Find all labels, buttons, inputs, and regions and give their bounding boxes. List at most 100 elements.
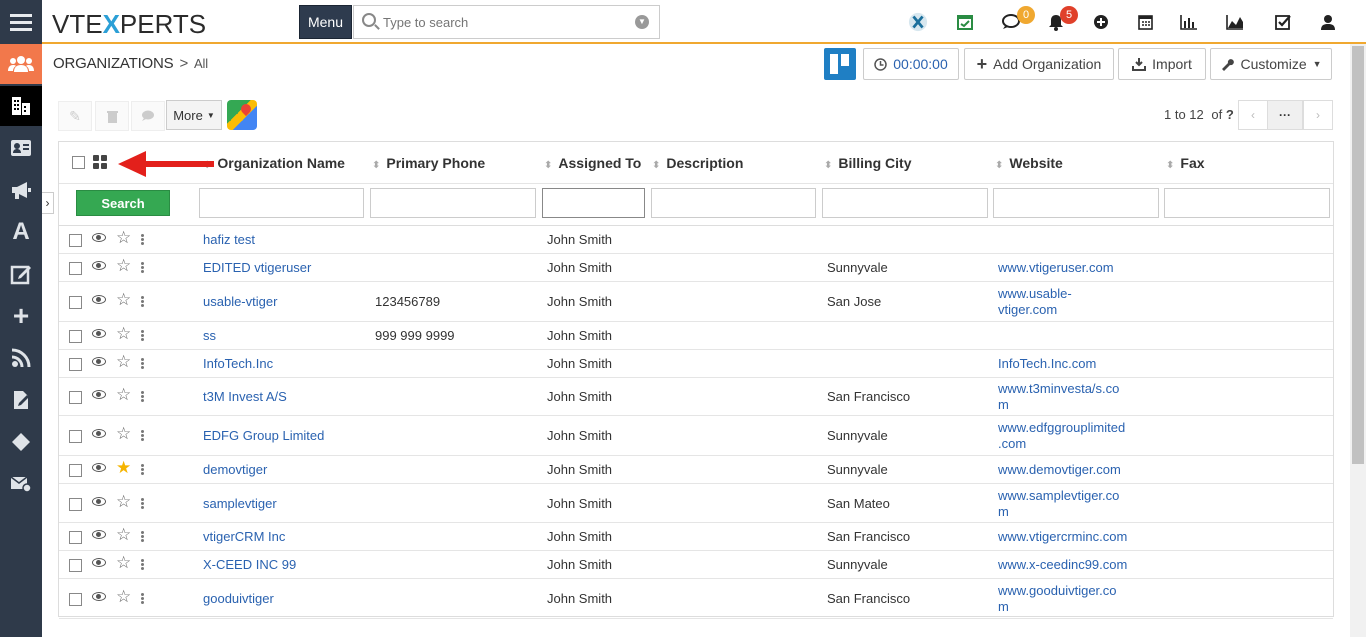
eye-icon[interactable] [92,295,106,304]
row-checkbox[interactable] [69,593,82,606]
user-icon[interactable] [1318,12,1338,32]
global-search-input[interactable] [383,12,623,32]
column-assigned-to[interactable]: ⬍ Assigned To [544,155,641,171]
toggle-sidebar-button[interactable]: › [42,192,54,214]
row-actions-icon[interactable] [141,559,144,562]
website-link[interactable]: www.edfggrouplimited .com [998,420,1125,452]
row-checkbox[interactable] [69,330,82,343]
organization-name-link[interactable]: demovtiger [203,462,267,478]
filter-description-input[interactable] [651,188,816,218]
row-checkbox[interactable] [69,358,82,371]
next-page-button[interactable]: › [1303,100,1333,130]
website-link[interactable]: www.x-ceedinc99.com [998,557,1127,573]
pager-total[interactable]: ? [1226,107,1234,122]
edit-icon[interactable] [0,254,42,294]
row-checkbox[interactable] [69,234,82,247]
organizations-icon[interactable] [0,86,42,126]
star-icon[interactable]: ☆ [116,257,131,274]
row-actions-icon[interactable] [141,430,144,433]
customize-button[interactable]: Customize ▼ [1210,48,1332,80]
row-actions-icon[interactable] [141,593,144,596]
column-website[interactable]: ⬍ Website [995,155,1063,171]
eye-icon[interactable] [92,497,106,506]
website-link[interactable]: www.gooduivtiger.co m [998,583,1117,615]
page-jump-button[interactable]: ··· [1267,100,1303,130]
organization-name-link[interactable]: vtigerCRM Inc [203,529,285,545]
star-icon[interactable]: ☆ [116,229,131,246]
previous-page-button[interactable]: ‹ [1238,100,1268,130]
star-icon[interactable]: ☆ [116,588,131,605]
table-row[interactable]: ☆ InfoTech.Inc John Smith InfoTech.Inc.com [59,350,1333,378]
row-actions-icon[interactable] [141,391,144,394]
select-all-checkbox[interactable] [72,156,85,169]
website-link[interactable]: www.vtigercrminc.com [998,529,1127,545]
row-checkbox[interactable] [69,391,82,404]
row-checkbox[interactable] [69,430,82,443]
calendar-check-icon[interactable] [955,12,975,32]
more-dropdown[interactable]: More ▼ [166,100,222,130]
row-actions-icon[interactable] [141,358,144,361]
row-actions-icon[interactable] [141,330,144,333]
eye-icon[interactable] [92,233,106,242]
chevron-down-icon[interactable]: ▼ [635,15,649,29]
organization-name-link[interactable]: ss [203,328,216,344]
row-actions-icon[interactable] [141,464,144,467]
filter-website-input[interactable] [993,188,1159,218]
megaphone-icon[interactable] [0,170,42,210]
eye-icon[interactable] [92,329,106,338]
diamond-icon[interactable] [0,422,42,462]
edit-pencil-icon[interactable]: ✎ [58,101,92,131]
table-row[interactable]: ☆ vtigerCRM Inc John Smith San Francisco www… [59,523,1333,551]
documents-icon[interactable] [0,380,42,420]
kanban-view-button[interactable] [824,48,856,80]
row-checkbox[interactable] [69,531,82,544]
list-columns-icon[interactable] [93,155,107,169]
organization-name-link[interactable]: usable-vtiger [203,294,277,310]
eye-icon[interactable] [92,261,106,270]
id-card-icon[interactable] [0,128,42,168]
row-actions-icon[interactable] [141,531,144,534]
eye-icon[interactable] [92,558,106,567]
table-row[interactable]: ★ demovtiger John Smith Sunnyvale www.demovt… [59,456,1333,484]
table-row[interactable]: ☆ EDITED vtigeruser John Smith Sunnyvale www… [59,254,1333,282]
google-maps-icon[interactable] [227,100,257,130]
plus-icon[interactable]: + [0,296,42,336]
delete-trash-icon[interactable] [95,101,129,131]
website-link[interactable]: www.vtigeruser.com [998,260,1114,276]
search-button[interactable]: Search [76,190,170,216]
mail-settings-icon[interactable] [0,464,42,504]
website-link[interactable]: www.t3minvesta/s.co m [998,381,1119,413]
row-actions-icon[interactable] [141,498,144,501]
row-actions-icon[interactable] [141,262,144,265]
star-icon[interactable]: ☆ [116,554,131,571]
add-circle-icon[interactable] [1091,12,1111,32]
filter-assigned-to-select[interactable] [542,188,645,218]
star-icon[interactable]: ☆ [116,425,131,442]
star-icon[interactable]: ☆ [116,325,131,342]
vtexperts-x-icon[interactable] [908,12,928,32]
eye-icon[interactable] [92,357,106,366]
star-icon[interactable]: ☆ [116,386,131,403]
eye-icon[interactable] [92,592,106,601]
table-row[interactable]: ☆ usable-vtiger 123456789 John Smith San Jos… [59,282,1333,322]
comment-icon[interactable] [131,101,165,131]
row-checkbox[interactable] [69,559,82,572]
table-row[interactable]: ☆ t3M Invest A/S John Smith San Francisco ww… [59,378,1333,416]
row-actions-icon[interactable] [141,296,144,299]
menu-button[interactable]: Menu [299,5,352,39]
column-organization-name[interactable]: ⬍Organization Name [203,155,345,171]
star-icon[interactable]: ☆ [116,291,131,308]
font-icon[interactable]: A [0,212,42,252]
filter-primary-phone-input[interactable] [370,188,536,218]
breadcrumb-view[interactable]: All [194,56,208,71]
eye-icon[interactable] [92,429,106,438]
area-chart-icon[interactable] [1225,12,1245,32]
contacts-icon[interactable] [0,44,42,84]
website-link[interactable]: www.usable-vtiger.com [998,286,1072,318]
calendar-icon[interactable] [1135,12,1155,32]
table-row[interactable]: ☆ samplevtiger John Smith San Mateo www.samp… [59,484,1333,523]
organization-name-link[interactable]: samplevtiger [203,496,277,512]
column-primary-phone[interactable]: ⬍ Primary Phone [372,155,485,171]
eye-icon[interactable] [92,390,106,399]
column-billing-city[interactable]: ⬍ Billing City [824,155,912,171]
